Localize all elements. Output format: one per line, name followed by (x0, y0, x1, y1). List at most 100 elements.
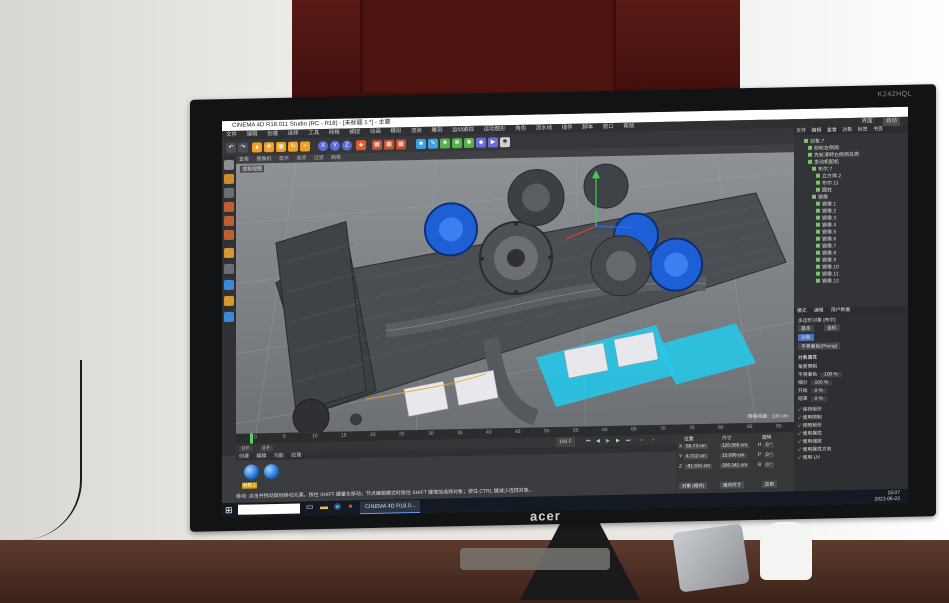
coordinate-system-icon[interactable]: ◈ (356, 140, 366, 151)
menu-item[interactable]: 脚本 (582, 124, 593, 130)
attr-checkbox[interactable]: ✓ 使用限制 (798, 414, 822, 421)
texture-mode-icon[interactable] (224, 173, 234, 185)
redo-icon[interactable]: ↷ (238, 142, 248, 153)
material-menu-texture[interactable]: 纹理 (291, 452, 301, 458)
menu-item[interactable]: 角色 (515, 126, 526, 132)
viewport-menu-options[interactable]: 选项 (296, 155, 306, 161)
viewport-menu-filter[interactable]: 过滤 (314, 155, 324, 161)
points-mode-icon[interactable] (224, 201, 234, 213)
menu-item[interactable]: 雕刻 (431, 128, 442, 134)
pos-y-field[interactable]: 4.712 cm (684, 453, 708, 460)
object-item[interactable]: 镜像.12 (816, 277, 839, 285)
layout-dropdown[interactable]: 启动 (882, 116, 900, 127)
rot-b-field[interactable]: 0 ° (764, 462, 774, 468)
menu-item[interactable]: 动画 (370, 129, 381, 135)
attr-checkbox[interactable]: ✓ 保持矩形 (798, 406, 822, 413)
polygons-mode-icon[interactable] (224, 229, 234, 241)
size-mode-dropdown[interactable]: 绝对尺寸 (720, 481, 744, 489)
material-menu-function[interactable]: 功能 (274, 453, 284, 459)
taskbar-clock[interactable]: 15:07 2021-06-22 (874, 490, 900, 503)
obj-menu-file[interactable]: 文件 (796, 128, 806, 134)
deformer-icon[interactable]: ✺ (464, 137, 474, 149)
menu-item[interactable]: 工具 (308, 130, 319, 136)
menu-item[interactable]: 捕捉 (349, 129, 360, 135)
add-icon[interactable]: + (300, 141, 310, 152)
camera-icon[interactable]: ▶ (488, 137, 498, 148)
scale-icon[interactable]: ▣ (276, 141, 286, 153)
workplane-icon[interactable] (224, 187, 234, 199)
size-y-field[interactable]: 15.099 cm (720, 453, 747, 459)
size-z-field[interactable]: 206.341 cm (720, 463, 750, 469)
attr-checkbox[interactable]: ✓ 使用属性方向 (798, 445, 831, 453)
y-axis-icon[interactable]: Y (330, 140, 340, 151)
material-swatch[interactable] (244, 464, 259, 480)
obj-menu-view[interactable]: 查看 (827, 127, 837, 133)
viewport-menu-panel[interactable]: 面板 (331, 155, 341, 161)
file-explorer-icon[interactable]: ▬ (320, 502, 328, 511)
attr-checkbox[interactable]: ✓ 使用缩放 (798, 438, 822, 445)
light-icon[interactable]: ✱ (500, 137, 510, 148)
rot-p-field[interactable]: 0 ° (764, 452, 774, 458)
record-icon[interactable]: ● (640, 435, 643, 445)
move-icon[interactable]: ✥ (264, 142, 274, 153)
browser-icon[interactable]: ◉ (334, 502, 341, 511)
size-x-field[interactable]: 120.565 cm (720, 443, 750, 449)
current-frame-field[interactable]: 0 F (239, 445, 253, 452)
pos-x-field[interactable]: 55.73 cm (684, 443, 708, 450)
attr-checkbox[interactable]: ✓ 使用属性 (798, 430, 822, 437)
attr-field-value[interactable]: 0 % (810, 388, 827, 394)
grid-icon[interactable] (224, 311, 234, 323)
cube-icon[interactable]: ■ (416, 138, 426, 150)
viewport-menu-display[interactable]: 显示 (279, 156, 289, 162)
render-region-icon[interactable]: ▦ (372, 139, 382, 151)
menu-item[interactable]: 编辑 (247, 131, 258, 137)
enable-axis-icon[interactable] (224, 247, 234, 259)
attr-field-value[interactable]: 0 % (810, 396, 827, 402)
attr-menu-edit[interactable]: 编辑 (814, 309, 824, 314)
material-menu-edit[interactable]: 编辑 (256, 453, 266, 459)
menu-item[interactable]: 选择 (288, 131, 299, 137)
windows-start-icon[interactable]: ⊞ (225, 505, 235, 515)
attr-field-value[interactable]: 100 % (820, 372, 842, 378)
select-icon[interactable]: ▲ (252, 142, 262, 153)
go-end-icon[interactable]: ⏭ (626, 436, 631, 446)
menu-item[interactable]: 模拟 (390, 128, 401, 134)
render-settings-icon[interactable]: ▦ (396, 139, 406, 150)
undo-icon[interactable]: ↶ (226, 142, 236, 154)
snap-icon[interactable] (224, 279, 234, 291)
viewport-menu-camera[interactable]: 摄像机 (256, 156, 271, 162)
tab-phong[interactable]: 平滑着色(Phong) (798, 342, 841, 351)
edges-mode-icon[interactable] (224, 215, 234, 227)
menu-item[interactable]: 流水线 (536, 125, 553, 131)
rot-h-field[interactable]: 0 ° (764, 442, 774, 448)
render-view-icon[interactable]: ▦ (384, 139, 394, 150)
menu-item[interactable]: 窗口 (603, 124, 614, 130)
menu-item[interactable]: 文件 (226, 132, 237, 138)
obj-menu-object[interactable]: 对象 (842, 127, 852, 133)
taskbar-search-box[interactable] (238, 503, 300, 515)
attr-menu-mode[interactable]: 模式 (797, 309, 807, 314)
menu-item[interactable]: 运动跟踪 (452, 127, 474, 133)
material-swatch[interactable] (264, 463, 279, 480)
perspective-viewport[interactable]: 透视视图 网格间距 : 100 cm (236, 152, 794, 434)
go-start-icon[interactable]: ⏮ (586, 436, 591, 446)
taskbar-cinema4d[interactable]: CINEMA 4D R18.0... (360, 499, 421, 515)
task-view-icon[interactable]: ▭ (306, 502, 314, 511)
model-mode-icon[interactable] (224, 159, 234, 171)
pen-icon[interactable]: ✎ (428, 138, 438, 149)
tweak-icon[interactable] (224, 263, 234, 275)
end-frame-field[interactable]: 100 F (556, 436, 575, 448)
menu-item[interactable]: 网格 (329, 130, 340, 136)
obj-menu-edit[interactable]: 编辑 (811, 128, 821, 134)
start-frame-field[interactable]: 0 F (259, 445, 273, 452)
attr-field-value[interactable]: 100 % (810, 380, 833, 386)
app-icon[interactable]: ● (348, 501, 353, 510)
play-icon[interactable]: ▶ (606, 436, 610, 446)
menu-item[interactable]: 插件 (562, 125, 573, 131)
menu-item[interactable]: 渲染 (411, 128, 422, 134)
material-menu-create[interactable]: 创建 (239, 454, 249, 460)
playhead[interactable] (250, 433, 253, 444)
rotate-icon[interactable]: ↻ (288, 141, 298, 152)
apply-button[interactable]: 应用 (762, 480, 777, 488)
lock-icon[interactable] (224, 295, 234, 307)
